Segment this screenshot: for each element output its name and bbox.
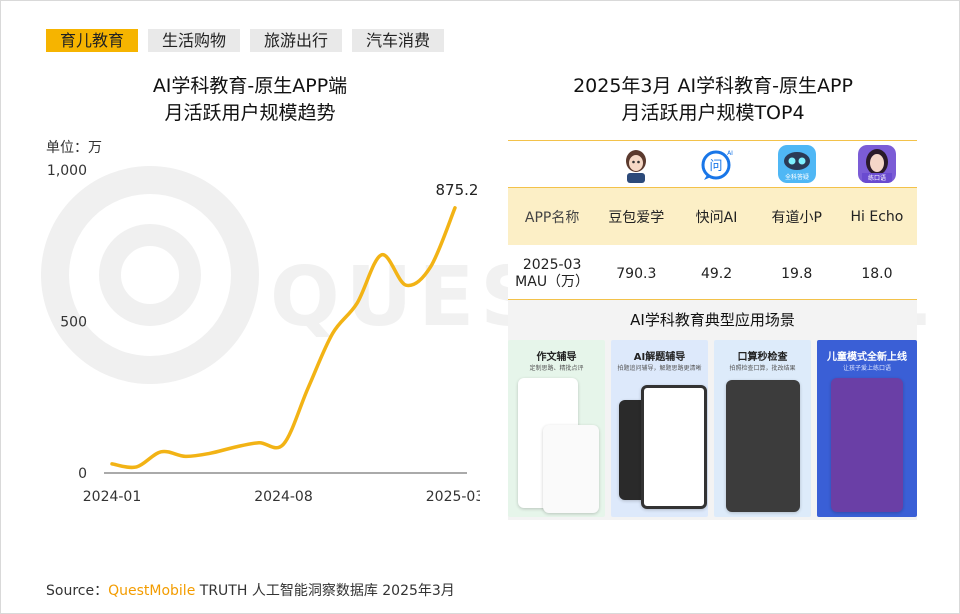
scene-problem-subtitle: 拍题追问辅导，解题思路更清晰: [617, 365, 702, 372]
kuaiwen-ai-chat-icon: 问 AI: [697, 145, 736, 183]
scene-problem-title: AI解题辅导: [633, 352, 686, 363]
top4-table: 问 AI 全科答疑 练口语 APP名称 豆包爱学 快问AI 有道小P Hi Ec…: [508, 140, 917, 302]
left-title-line2: 月活跃用户规模趋势: [164, 102, 336, 124]
kuaiwen-icon-ai: AI: [727, 150, 733, 157]
app-name-3: 有道小P: [771, 209, 822, 226]
tab-life-shopping[interactable]: 生活购物: [148, 29, 241, 52]
tab-car-consumption[interactable]: 汽车消费: [352, 29, 445, 52]
mau-row-header: 2025-03 MAU（万）: [508, 257, 596, 291]
left-chart-title: AI学科教育-原生APP端 月活跃用户规模趋势: [60, 73, 440, 127]
app-name-1: 豆包爱学: [608, 209, 665, 226]
application-scenes: AI学科教育典型应用场景 作文辅导 定制思路、精批点评 AI解题辅导 拍题追问辅…: [508, 299, 917, 520]
app-name-2: 快问AI: [695, 209, 738, 226]
arithmetic-screen-mockup: [726, 380, 800, 512]
scene-essay-title: 作文辅导: [536, 352, 577, 363]
y-tick-label: 1,000: [47, 163, 87, 179]
x-tick-label: 2024-01: [83, 489, 142, 505]
x-tick-label: 2024-08: [254, 489, 313, 505]
mau-row-date: 2025-03: [522, 256, 582, 273]
left-title-line1: AI学科教育-原生APP端: [152, 75, 348, 97]
youdao-icon-text: 全科答疑: [785, 173, 809, 181]
y-tick-label: 500: [60, 315, 87, 331]
kids-mode-screen-mockup: [831, 378, 903, 512]
mau-value-2: 49.2: [700, 265, 733, 282]
app-name-4: Hi Echo: [850, 208, 904, 225]
source-suffix: TRUTH 人工智能洞察数据库 2025年3月: [195, 583, 455, 599]
scenes-title: AI学科教育典型应用场景: [630, 311, 795, 329]
scene-ai-problem-solving: AI解题辅导 拍题追问辅导，解题思路更清晰: [611, 340, 708, 517]
kuaiwen-icon-text: 问: [709, 159, 722, 174]
source-prefix: Source：: [46, 583, 109, 599]
scene-arithmetic-title: 口算秒检查: [737, 352, 788, 363]
category-tabs: 育儿教育 生活购物 旅游出行 汽车消费: [46, 29, 445, 52]
scene-arithmetic-subtitle: 拍照检查口算，批改结果: [729, 365, 796, 372]
app-name-header: APP名称: [524, 209, 580, 226]
unit-label: 单位：万: [46, 140, 102, 156]
right-title-line2: 月活跃用户规模TOP4: [621, 102, 805, 124]
mau-row: 2025-03 MAU（万） 790.3 49.2 19.8 18.0: [508, 245, 917, 302]
source-brand: QuestMobile: [108, 583, 196, 599]
tab-travel[interactable]: 旅游出行: [250, 29, 343, 52]
scene-kids-subtitle: 让孩子爱上练口语: [842, 365, 891, 372]
mau-series-line: [110, 206, 457, 470]
mau-value-1: 790.3: [616, 265, 657, 282]
essay-screen-mockup-2: [543, 425, 599, 513]
hiecho-icon-text: 练口语: [868, 174, 886, 182]
mau-trend-chart: 0 500 1,000 2024-01 2024-08 2025-03 875.2: [47, 163, 480, 505]
scene-kids-title: 儿童模式全新上线: [827, 352, 907, 363]
scene-kids-mode: 儿童模式全新上线 让孩子爱上练口语: [817, 340, 917, 517]
mau-value-3: 19.8: [781, 265, 813, 282]
right-table-title: 2025年3月 AI学科教育-原生APP 月活跃用户规模TOP4: [508, 73, 918, 127]
tab-parenting-education[interactable]: 育儿教育: [46, 29, 139, 52]
x-tick-label: 2025-03: [426, 489, 480, 505]
hi-echo-avatar-icon: 练口语: [857, 145, 896, 183]
app-name-row: APP名称 豆包爱学 快问AI 有道小P Hi Echo: [508, 187, 917, 245]
youdao-xiaop-robot-icon: 全科答疑: [777, 145, 816, 183]
problem-screen-mockup-2: [641, 385, 707, 509]
scene-essay-subtitle: 定制思路、精批点评: [529, 365, 584, 372]
data-label-last: 875.2: [436, 181, 479, 199]
scene-oral-arithmetic-check: 口算秒检查 拍照检查口算，批改结果: [714, 340, 811, 517]
scene-essay-tutoring: 作文辅导 定制思路、精批点评: [508, 340, 605, 517]
mau-value-4: 18.0: [861, 265, 893, 282]
doubao-aixue-avatar-icon: [617, 145, 656, 183]
y-tick-label: 0: [78, 466, 87, 482]
icon-row: 问 AI 全科答疑 练口语: [508, 141, 917, 187]
mau-row-unit: MAU（万）: [515, 273, 590, 290]
right-title-line1: 2025年3月 AI学科教育-原生APP: [573, 75, 853, 97]
source-note: Source：QuestMobile TRUTH 人工智能洞察数据库 2025年…: [46, 580, 455, 600]
